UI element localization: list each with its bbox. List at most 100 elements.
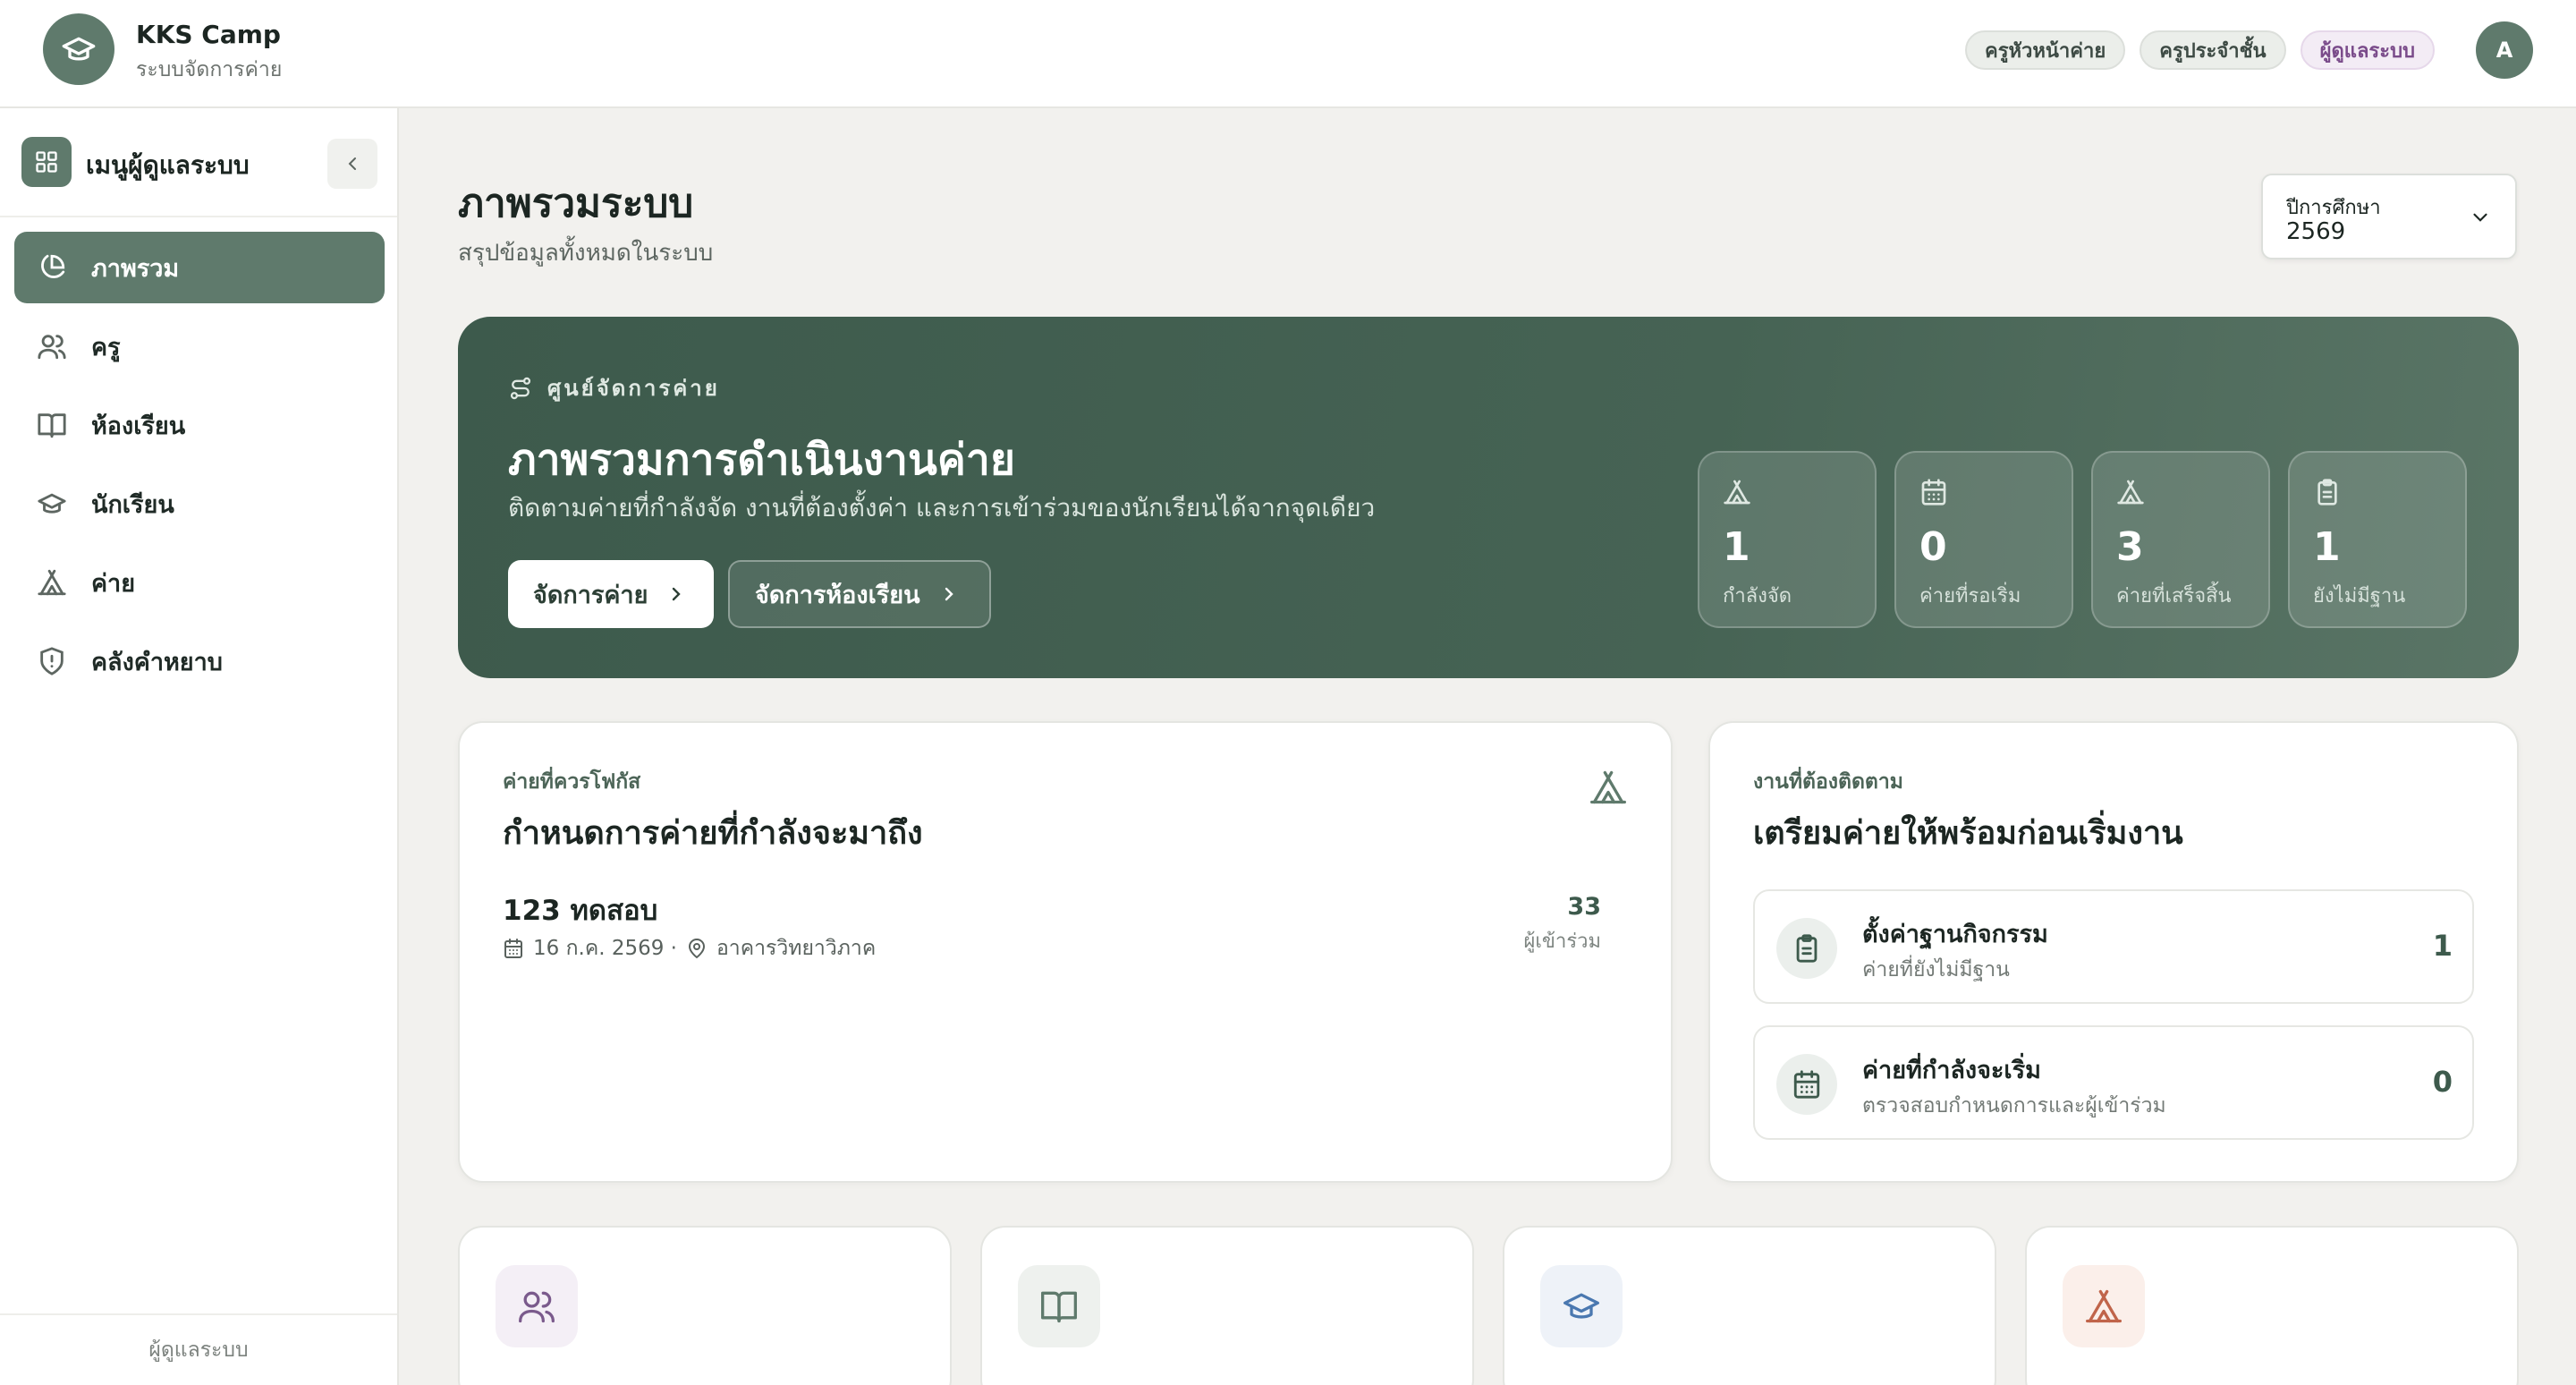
graduation-cap-icon bbox=[36, 488, 68, 520]
stat-value: 3 bbox=[2116, 524, 2144, 570]
task-subtitle: ตรวจสอบกำหนดการและผู้เข้าร่วม bbox=[1862, 1094, 2166, 1117]
sidebar-item-classrooms[interactable]: ห้องเรียน bbox=[14, 389, 385, 461]
chevron-left-icon bbox=[348, 157, 356, 170]
sidebar: เมนูผู้ดูแลระบบ ภาพรวม ครู ห้องเรียน นัก… bbox=[0, 108, 399, 1385]
role-pill-admin[interactable]: ผู้ดูแลระบบ bbox=[2300, 30, 2435, 70]
clipboard-icon bbox=[2313, 478, 2342, 506]
stat-label: ค่ายที่เสร็จสิ้น bbox=[2116, 585, 2232, 608]
task-upcoming-camps[interactable]: ค่ายที่กำลังจะเริ่ม ตรวจสอบกำหนดการและผู… bbox=[1753, 1025, 2474, 1140]
clipboard-icon bbox=[1776, 918, 1837, 979]
stat-label: ยังไม่มีฐาน bbox=[2313, 585, 2406, 608]
sidebar-item-label: ห้องเรียน bbox=[91, 412, 186, 440]
task-setup-stations[interactable]: ตั้งค่าฐานกิจกรรม ค่ายที่ยังไม่มีฐาน 1 bbox=[1753, 889, 2474, 1004]
tent-icon bbox=[2116, 478, 2145, 506]
focus-eyebrow: ค่ายที่ควรโฟกัส bbox=[503, 770, 641, 794]
sidebar-item-profanity-list[interactable]: คลังคำหยาบ bbox=[14, 625, 385, 697]
tent-icon bbox=[36, 566, 68, 599]
tasks-title: เตรียมค่ายให้พร้อมก่อนเริ่มงาน bbox=[1753, 815, 2183, 852]
stat-label: กำลังจัด bbox=[1723, 585, 1792, 608]
stat-value: 0 bbox=[1919, 524, 1947, 570]
sidebar-item-camps[interactable]: ค่าย bbox=[14, 547, 385, 618]
graduation-cap-icon bbox=[1540, 1265, 1623, 1347]
task-title: ค่ายที่กำลังจะเริ่ม bbox=[1862, 1057, 2041, 1084]
tent-icon bbox=[1589, 768, 1628, 807]
role-switcher: ครูหัวหน้าค่าย ครูประจำชั้น ผู้ดูแลระบบ bbox=[1964, 30, 2435, 70]
stat-card-no-station: 1 ยังไม่มีฐาน bbox=[2288, 451, 2467, 628]
camp-date: 16 ก.ค. 2569 · bbox=[533, 937, 677, 960]
calendar-icon bbox=[1776, 1054, 1837, 1115]
book-icon bbox=[36, 409, 68, 441]
academic-year-value: 2569 bbox=[2286, 218, 2346, 245]
sidebar-item-label: นักเรียน bbox=[91, 490, 174, 519]
tent-icon bbox=[2063, 1265, 2145, 1347]
sidebar-footer-role: ผู้ดูแลระบบ bbox=[0, 1313, 397, 1385]
upcoming-camp-card: ค่ายที่ควรโฟกัส กำหนดการค่ายที่กำลังจะมา… bbox=[458, 721, 1673, 1183]
avatar[interactable]: A bbox=[2476, 21, 2533, 79]
focus-title: กำหนดการค่ายที่กำลังจะมาถึง bbox=[503, 815, 923, 852]
stat-label: ค่ายที่รอเริ่ม bbox=[1919, 585, 2021, 608]
hero-stats: 1 กำลังจัด 0 ค่ายที่รอเริ่ม 3 ค่ายที่เสร… bbox=[1698, 451, 2467, 628]
academic-year-select[interactable]: ปีการศึกษา 2569 bbox=[2261, 174, 2517, 259]
calendar-icon bbox=[1919, 478, 1948, 506]
book-icon bbox=[1018, 1265, 1100, 1347]
task-subtitle: ค่ายที่ยังไม่มีฐาน bbox=[1862, 958, 2010, 981]
brand-subtitle: ระบบจัดการค่าย bbox=[136, 58, 283, 81]
chevron-down-icon bbox=[2469, 206, 2492, 229]
task-count: 0 bbox=[2432, 1065, 2453, 1099]
grid-icon bbox=[21, 137, 72, 187]
manage-camps-label: จัดการค่าย bbox=[533, 581, 648, 609]
chevron-right-icon bbox=[673, 587, 682, 601]
summary-card-teachers[interactable] bbox=[458, 1226, 952, 1385]
tasks-card: งานที่ต้องติดตาม เตรียมค่ายให้พร้อมก่อนเ… bbox=[1708, 721, 2519, 1183]
stat-value: 1 bbox=[2313, 524, 2341, 570]
pie-chart-icon bbox=[36, 251, 68, 284]
sidebar-nav: ภาพรวม ครู ห้องเรียน นักเรียน ค่าย คลังค… bbox=[14, 232, 385, 704]
sidebar-item-label: ภาพรวม bbox=[91, 254, 180, 283]
sidebar-item-students[interactable]: นักเรียน bbox=[14, 468, 385, 540]
role-pill-class-teacher[interactable]: ครูประจำชั้น bbox=[2140, 30, 2286, 70]
tent-icon bbox=[1723, 478, 1751, 506]
camp-center-hero: ศูนย์จัดการค่าย ภาพรวมการดำเนินงานค่าย ต… bbox=[458, 317, 2519, 678]
camp-meta: 16 ก.ค. 2569 · อาคารวิทยาวิภาค bbox=[503, 932, 876, 964]
stat-card-finished: 3 ค่ายที่เสร็จสิ้น bbox=[2091, 451, 2270, 628]
sidebar-item-overview[interactable]: ภาพรวม bbox=[14, 232, 385, 303]
stat-value: 1 bbox=[1723, 524, 1750, 570]
stat-card-waiting: 0 ค่ายที่รอเริ่ม bbox=[1894, 451, 2073, 628]
task-count: 1 bbox=[2432, 929, 2453, 963]
sidebar-item-label: ครู bbox=[91, 333, 121, 361]
role-pill-head-teacher[interactable]: ครูหัวหน้าค่าย bbox=[1964, 30, 2126, 70]
top-bar: KKS Camp ระบบจัดการค่าย ครูหัวหน้าค่าย ค… bbox=[0, 0, 2576, 108]
map-pin-icon bbox=[686, 938, 708, 959]
task-title: ตั้งค่าฐานกิจกรรม bbox=[1862, 921, 2048, 948]
sidebar-title: เมนูผู้ดูแลระบบ bbox=[86, 150, 250, 180]
hero-eyebrow: ศูนย์จัดการค่าย bbox=[508, 370, 720, 405]
sidebar-item-label: คลังคำหยาบ bbox=[91, 648, 223, 676]
summary-card-camps[interactable] bbox=[2025, 1226, 2519, 1385]
sidebar-item-label: ค่าย bbox=[91, 569, 136, 598]
hero-subtitle: ติดตามค่ายที่กำลังจัด งานที่ต้องตั้งค่า … bbox=[508, 493, 1376, 523]
users-icon bbox=[496, 1265, 578, 1347]
summary-card-classrooms[interactable] bbox=[980, 1226, 1474, 1385]
users-icon bbox=[36, 330, 68, 362]
hero-title: ภาพรวมการดำเนินงานค่าย bbox=[508, 435, 1015, 485]
sidebar-collapse-button[interactable] bbox=[327, 139, 377, 189]
camp-name[interactable]: 123 ทดสอบ bbox=[503, 888, 657, 932]
camp-location: อาคารวิทยาวิภาค bbox=[716, 937, 877, 960]
route-icon bbox=[508, 376, 533, 401]
page-title: ภาพรวมระบบ bbox=[458, 181, 694, 226]
tasks-eyebrow: งานที่ต้องติดตาม bbox=[1753, 770, 1903, 794]
manage-camps-button[interactable]: จัดการค่าย bbox=[508, 560, 714, 628]
summary-card-students[interactable] bbox=[1503, 1226, 1996, 1385]
graduation-cap-logo-icon bbox=[43, 13, 114, 85]
chevron-right-icon bbox=[945, 587, 953, 601]
manage-classrooms-button[interactable]: จัดการห้องเรียน bbox=[728, 560, 991, 628]
hero-eyebrow-text: ศูนย์จัดการค่าย bbox=[547, 376, 720, 401]
stat-card-ongoing: 1 กำลังจัด bbox=[1698, 451, 1877, 628]
calendar-icon bbox=[503, 938, 524, 959]
sidebar-header: เมนูผู้ดูแลระบบ bbox=[0, 108, 397, 217]
page-subtitle: สรุปข้อมูลทั้งหมดในระบบ bbox=[458, 240, 714, 267]
shield-alert-icon bbox=[36, 645, 68, 677]
sidebar-item-teachers[interactable]: ครู bbox=[14, 310, 385, 382]
manage-classrooms-label: จัดการห้องเรียน bbox=[755, 581, 920, 609]
brand-title: KKS Camp bbox=[136, 20, 281, 49]
